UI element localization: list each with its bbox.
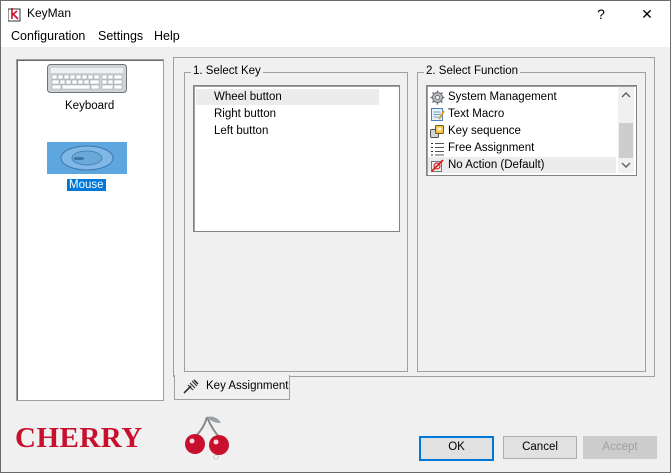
- notepad-icon: [431, 108, 445, 121]
- tab-key-assignment[interactable]: Key Assignment: [174, 375, 290, 400]
- cherry-logo-text: CHERRY: [15, 422, 143, 454]
- menu-configuration[interactable]: Configuration: [9, 29, 87, 43]
- list-item[interactable]: Wheel button: [196, 89, 379, 105]
- window-title: KeyMan: [27, 6, 72, 20]
- key-assignment-icon: [183, 379, 199, 394]
- list-item[interactable]: Left button: [196, 123, 379, 139]
- function-item-key-sequence: Key sequence: [448, 125, 521, 137]
- key-item-wheel: Wheel button: [214, 91, 282, 103]
- select-key-group: 1. Select Key Wheel button Right button …: [184, 65, 408, 372]
- function-item-text-macro: Text Macro: [448, 108, 505, 120]
- device-label-mouse: Mouse: [67, 179, 106, 191]
- cherry-logo: CHERRY: [15, 415, 233, 463]
- select-function-group: 2. Select Function System Management Tex…: [417, 65, 646, 372]
- menu-help[interactable]: Help: [152, 29, 182, 43]
- list-item[interactable]: Key sequence: [428, 123, 616, 139]
- scroll-up-icon[interactable]: [621, 91, 631, 98]
- title-bar: KeyMan ? ✕: [1, 1, 670, 27]
- keyman-window: KeyMan ? ✕ Configuration Settings Help K…: [0, 0, 671, 473]
- keys-icon: [430, 125, 444, 138]
- list-item[interactable]: Right button: [196, 106, 379, 122]
- select-key-caption: 1. Select Key: [191, 65, 263, 77]
- gear-icon: [430, 90, 445, 105]
- list-item[interactable]: No Action (Default): [428, 157, 616, 173]
- menu-settings[interactable]: Settings: [96, 29, 145, 43]
- function-list-scrollbar[interactable]: [618, 87, 634, 173]
- list-item[interactable]: System Management: [428, 89, 616, 105]
- device-mouse[interactable]: Mouse: [45, 142, 127, 194]
- key-assignment-panel: 1. Select Key Wheel button Right button …: [173, 57, 655, 377]
- close-button[interactable]: ✕: [624, 1, 670, 27]
- accept-button[interactable]: Accept: [583, 436, 657, 459]
- list-icon: [431, 143, 444, 156]
- scroll-down-icon[interactable]: [621, 162, 631, 169]
- device-list: Keyboard Mouse: [16, 59, 164, 401]
- keyboard-icon: [47, 64, 127, 93]
- key-item-right: Right button: [214, 108, 277, 120]
- device-keyboard[interactable]: Keyboard: [45, 62, 127, 112]
- function-list-scroll-thumb[interactable]: [619, 123, 633, 158]
- cherry-fruit-icon: [185, 416, 229, 460]
- list-item[interactable]: Free Assignment: [428, 140, 616, 156]
- no-action-icon: [431, 159, 444, 172]
- cancel-button[interactable]: Cancel: [503, 436, 577, 459]
- ok-button[interactable]: OK: [419, 436, 494, 461]
- function-item-free-assignment: Free Assignment: [448, 142, 535, 154]
- select-key-list[interactable]: Wheel button Right button Left button: [193, 85, 400, 232]
- select-function-caption: 2. Select Function: [424, 65, 521, 77]
- app-icon: [8, 8, 21, 22]
- help-button[interactable]: ?: [578, 1, 624, 27]
- function-item-system-management: System Management: [448, 91, 557, 103]
- tab-label: Key Assignment: [206, 380, 289, 392]
- list-item[interactable]: Text Macro: [428, 106, 616, 122]
- key-item-left: Left button: [214, 125, 269, 137]
- function-item-no-action: No Action (Default): [448, 159, 545, 171]
- menu-bar: Configuration Settings Help: [1, 27, 670, 47]
- select-function-list[interactable]: System Management Text Macro Key sequenc…: [426, 85, 637, 176]
- device-label-keyboard: Keyboard: [65, 100, 115, 112]
- mouse-icon: [60, 145, 114, 171]
